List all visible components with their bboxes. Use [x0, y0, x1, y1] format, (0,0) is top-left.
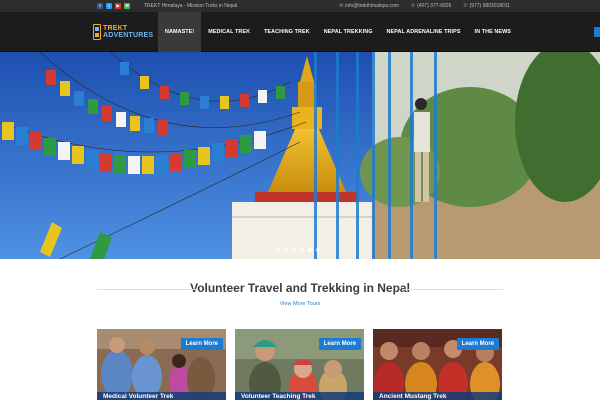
phone-icon: ✆: [463, 3, 468, 9]
twitter-icon[interactable]: t: [106, 3, 112, 9]
nav-edge-accent: [594, 27, 600, 37]
phone-link-1[interactable]: ✆ (407) 377-6826: [411, 3, 451, 9]
site-tagline: TREKT Himalaya - Mission Treks in Nepal: [144, 3, 238, 9]
hero-slider[interactable]: [0, 52, 600, 259]
site-logo[interactable]: TREKT ADVENTURES: [93, 22, 153, 42]
contact-info: ✉ info@trekthimalaya.com ✆ (407) 377-6826 …: [339, 3, 510, 9]
section-title: Volunteer Travel and Trekking in Nepal: [190, 281, 410, 295]
nav-item-medical-trek[interactable]: MEDICAL TREK: [201, 12, 257, 52]
phone-link-2[interactable]: ✆ (977) 9803018011: [463, 3, 510, 9]
learn-more-button[interactable]: Learn More: [318, 338, 361, 350]
tours-section-header: Volunteer Travel and Trekking in Nepal V…: [0, 278, 600, 307]
tour-card-teaching[interactable]: Learn More Volunteer Teaching Trek: [235, 329, 364, 400]
primary-nav: NAMASTE! MEDICAL TREK TEACHING TREK NEPA…: [158, 12, 518, 52]
logo-line-1: TREKT: [103, 25, 128, 32]
nav-item-adrenaline-trips[interactable]: NEPAL ADRENALINE TRIPS: [380, 12, 468, 52]
top-bar: f t ▶ ✉ TREKT Himalaya - Mission Treks i…: [0, 0, 600, 12]
nav-item-namaste[interactable]: NAMASTE!: [158, 12, 202, 52]
learn-more-button[interactable]: Learn More: [456, 338, 499, 350]
main-navbar: TREKT ADVENTURES NAMASTE! MEDICAL TREK T…: [0, 12, 600, 52]
youtube-icon[interactable]: ▶: [115, 3, 121, 9]
logo-line-2: ADVENTURES: [103, 32, 154, 39]
divider-right: [403, 289, 503, 290]
slider-dot[interactable]: [316, 248, 320, 252]
view-more-tours-link[interactable]: View More Tours: [0, 301, 600, 307]
nav-item-teaching-trek[interactable]: TEACHING TREK: [257, 12, 317, 52]
card-caption: Volunteer Teaching Trek: [235, 392, 364, 400]
envelope-icon: ✉: [339, 3, 344, 9]
slider-dot[interactable]: [276, 248, 280, 252]
social-links: f t ▶ ✉: [97, 3, 130, 9]
email-icon[interactable]: ✉: [124, 3, 130, 9]
tour-card-mustang[interactable]: Learn More Ancient Mustang Trek: [373, 329, 502, 400]
phone-icon: ✆: [410, 3, 416, 9]
slider-dot[interactable]: [292, 248, 296, 252]
card-caption: Ancient Mustang Trek: [373, 392, 502, 400]
slider-dots: [276, 248, 320, 252]
email-link[interactable]: ✉ info@trekthimalaya.com: [339, 3, 399, 9]
divider-left: [97, 289, 197, 290]
learn-more-button[interactable]: Learn More: [180, 338, 223, 350]
slider-dot[interactable]: [300, 248, 304, 252]
slider-dot-active[interactable]: [308, 248, 312, 252]
card-caption: Medical Volunteer Trek: [97, 392, 226, 400]
facebook-icon[interactable]: f: [97, 3, 103, 9]
hero-image: [0, 52, 600, 259]
tour-card-medical[interactable]: Learn More Medical Volunteer Trek: [97, 329, 226, 400]
nav-item-in-the-news[interactable]: IN THE NEWS: [468, 12, 518, 52]
nav-item-nepal-trekking[interactable]: NEPAL TREKKING: [317, 12, 380, 52]
logo-mark-icon: [93, 24, 101, 40]
slider-dot[interactable]: [284, 248, 288, 252]
